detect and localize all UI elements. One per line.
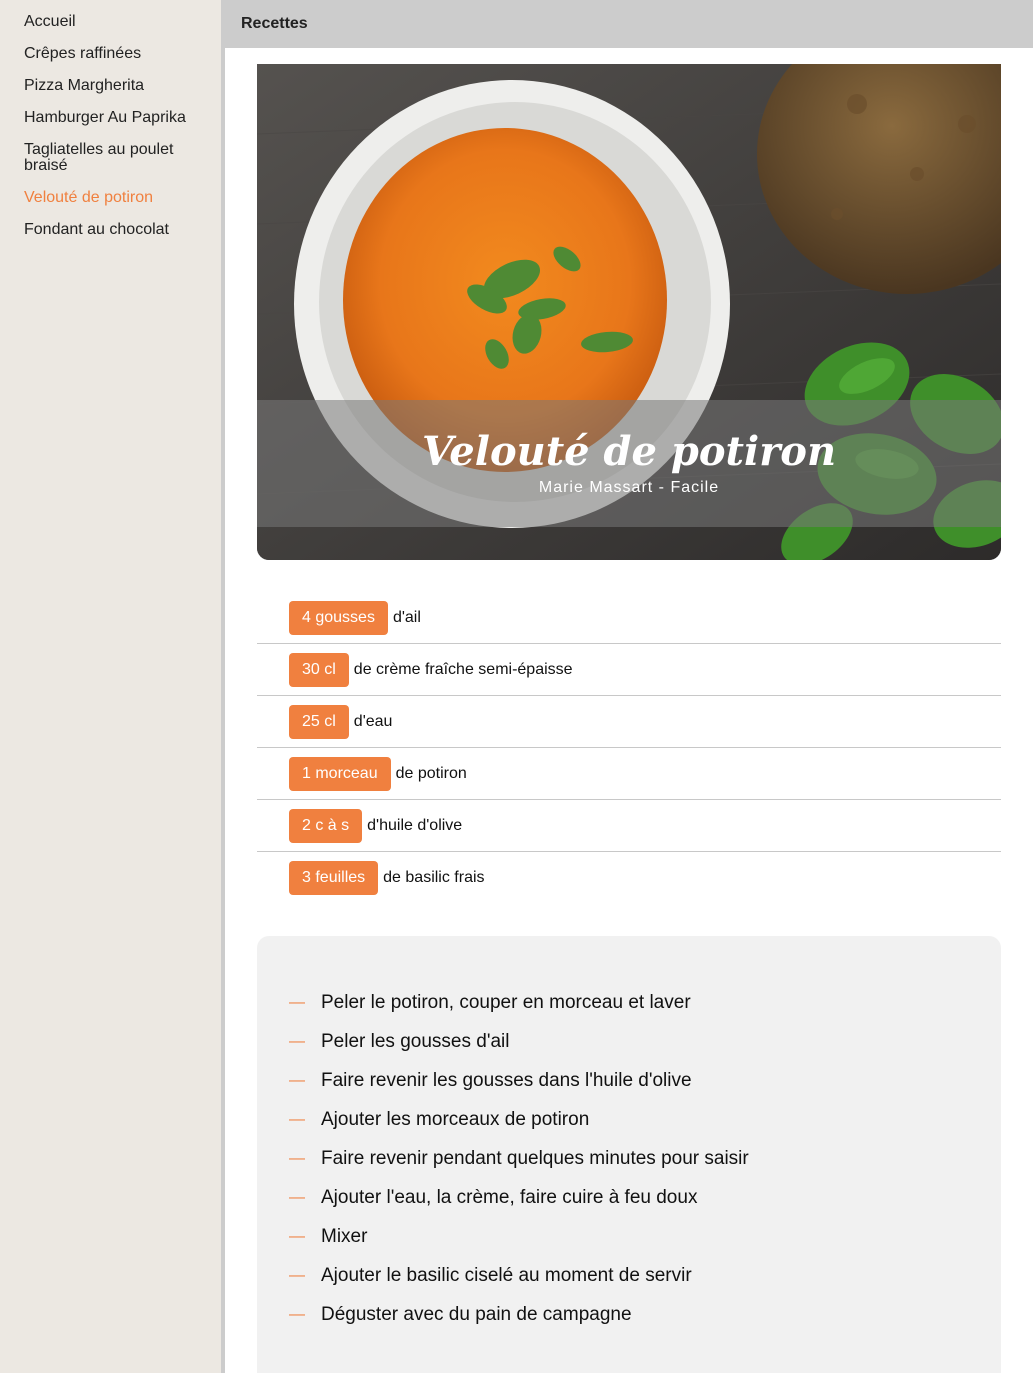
- step-dash-marker: —: [289, 1188, 305, 1206]
- step-item: — Mixer: [257, 1217, 1001, 1256]
- step-text: Ajouter les morceaux de potiron: [321, 1108, 590, 1130]
- step-dash-marker: —: [289, 1110, 305, 1128]
- step-item: — Ajouter l'eau, la crème, faire cuire à…: [257, 1178, 1001, 1217]
- recipe-author-difficulty: Marie Massart - Facile: [538, 479, 720, 496]
- ingredient-row: 4 gousses d'ail: [257, 592, 1001, 644]
- ingredient-quantity-badge: 1 morceau: [289, 756, 391, 791]
- step-item: — Déguster avec du pain de campagne: [257, 1295, 1001, 1334]
- ingredient-quantity-badge: 30 cl: [289, 652, 349, 687]
- sidebar-item-veloute[interactable]: Velouté de potiron: [0, 190, 221, 206]
- ingredient-name: d'huile d'olive: [367, 816, 463, 834]
- sidebar-nav: Accueil Crêpes raffinées Pizza Margherit…: [0, 0, 221, 238]
- step-dash-marker: —: [289, 1071, 305, 1089]
- hero-caption: Velouté de potiron Marie Massart - Facil…: [257, 400, 1001, 527]
- sidebar-item-pizza[interactable]: Pizza Margherita: [0, 78, 221, 94]
- step-dash-marker: —: [289, 993, 305, 1011]
- step-dash-marker: —: [289, 1266, 305, 1284]
- step-text: Ajouter le basilic ciselé au moment de s…: [321, 1264, 692, 1286]
- sidebar: Accueil Crêpes raffinées Pizza Margherit…: [0, 0, 221, 1373]
- step-dash-marker: —: [289, 1227, 305, 1245]
- ingredient-row: 25 cl d'eau: [257, 696, 1001, 748]
- step-item: — Faire revenir les gousses dans l'huile…: [257, 1061, 1001, 1100]
- sidebar-item-tagliatelles[interactable]: Tagliatelles au poulet braisé: [0, 142, 221, 174]
- step-item: — Faire revenir pendant quelques minutes…: [257, 1139, 1001, 1178]
- ingredient-row: 1 morceau de potiron: [257, 748, 1001, 800]
- step-text: Peler les gousses d'ail: [321, 1030, 510, 1052]
- step-text: Déguster avec du pain de campagne: [321, 1303, 632, 1325]
- ingredient-row: 30 cl de crème fraîche semi-épaisse: [257, 644, 1001, 696]
- sidebar-item-hamburger[interactable]: Hamburger Au Paprika: [0, 110, 221, 126]
- step-text: Peler le potiron, couper en morceau et l…: [321, 991, 691, 1013]
- sidebar-item-crepes[interactable]: Crêpes raffinées: [0, 46, 221, 62]
- recipe-hero: Velouté de potiron Marie Massart - Facil…: [257, 64, 1001, 560]
- ingredient-quantity-badge: 2 c à s: [289, 808, 363, 843]
- ingredient-row: 2 c à s d'huile d'olive: [257, 800, 1001, 852]
- ingredient-quantity-badge: 3 feuilles: [289, 861, 379, 895]
- ingredient-name: d'eau: [353, 712, 393, 730]
- step-dash-marker: —: [289, 1149, 305, 1167]
- step-item: — Peler le potiron, couper en morceau et…: [257, 983, 1001, 1022]
- sidebar-divider: [221, 0, 225, 1373]
- recipe-title: Velouté de potiron: [421, 428, 837, 475]
- preparation-steps: — Peler le potiron, couper en morceau et…: [257, 936, 1001, 1373]
- ingredient-name: de crème fraîche semi-épaisse: [353, 660, 573, 678]
- ingredient-row: 3 feuilles de basilic frais: [257, 852, 1001, 904]
- step-text: Mixer: [321, 1225, 368, 1247]
- ingredient-name: de basilic frais: [383, 869, 485, 886]
- step-item: — Ajouter les morceaux de potiron: [257, 1100, 1001, 1139]
- top-bar: Recettes: [225, 0, 1033, 48]
- step-item: — Ajouter le basilic ciselé au moment de…: [257, 1256, 1001, 1295]
- step-text: Ajouter l'eau, la crème, faire cuire à f…: [321, 1186, 698, 1208]
- sidebar-item-fondant[interactable]: Fondant au chocolat: [0, 222, 221, 238]
- page-title: Recettes: [241, 15, 308, 32]
- ingredient-quantity-badge: 25 cl: [289, 704, 349, 739]
- step-dash-marker: —: [289, 1032, 305, 1050]
- step-text: Faire revenir les gousses dans l'huile d…: [321, 1069, 692, 1091]
- ingredients-list: 4 gousses d'ail 30 cl de crème fraîche s…: [257, 592, 1001, 904]
- ingredient-name: d'ail: [392, 608, 421, 626]
- ingredient-quantity-badge: 4 gousses: [289, 600, 388, 635]
- sidebar-item-accueil[interactable]: Accueil: [0, 14, 221, 30]
- step-dash-marker: —: [289, 1305, 305, 1323]
- step-text: Faire revenir pendant quelques minutes p…: [321, 1147, 749, 1169]
- ingredient-name: de potiron: [395, 764, 467, 782]
- step-item: — Peler les gousses d'ail: [257, 1022, 1001, 1061]
